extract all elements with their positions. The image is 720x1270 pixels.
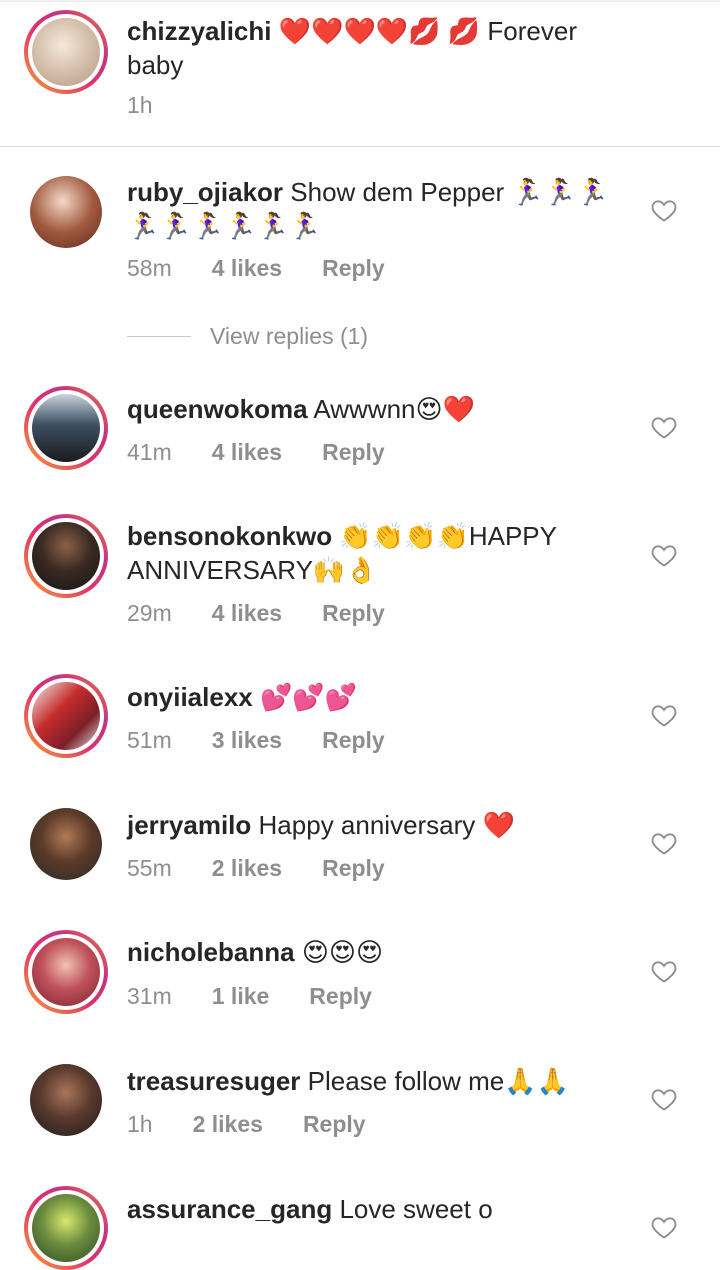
username[interactable]: jerryamilo bbox=[127, 810, 251, 840]
comment-meta: 1h 2 likes Reply bbox=[127, 1111, 366, 1138]
reply-button[interactable]: Reply bbox=[322, 727, 385, 754]
username[interactable]: nicholebanna bbox=[127, 937, 295, 967]
likes-count[interactable]: 3 likes bbox=[212, 727, 282, 754]
avatar bbox=[32, 1194, 100, 1262]
timestamp: 29m bbox=[127, 600, 172, 626]
avatar bbox=[32, 938, 100, 1006]
reply-button[interactable]: Reply bbox=[322, 255, 385, 282]
heart-icon[interactable] bbox=[650, 1085, 678, 1113]
avatar bbox=[30, 176, 102, 248]
comment-body: Awwwnn😍❤️ bbox=[313, 394, 475, 424]
avatar-ring[interactable] bbox=[24, 514, 108, 598]
username[interactable]: treasuresuger bbox=[127, 1066, 300, 1096]
comment-body: 😍😍😍 bbox=[301, 937, 384, 967]
heart-icon[interactable] bbox=[650, 957, 678, 985]
view-replies-button[interactable]: View replies (1) bbox=[127, 320, 427, 352]
avatar-wrap[interactable] bbox=[30, 1064, 102, 1136]
comment-meta: 29m 4 likes Reply bbox=[127, 600, 385, 627]
username[interactable]: chizzyalichi bbox=[127, 16, 272, 46]
likes-count[interactable]: 4 likes bbox=[212, 439, 282, 466]
avatar-wrap[interactable] bbox=[30, 176, 102, 248]
timestamp: 1h bbox=[127, 92, 153, 118]
comment-text: queenwokoma Awwwnn😍❤️ bbox=[127, 392, 632, 426]
avatar-ring[interactable] bbox=[24, 930, 108, 1014]
avatar bbox=[32, 682, 100, 750]
comment-text: ruby_ojiakor Show dem Pepper 🏃‍♀️🏃‍♀️🏃‍♀… bbox=[127, 175, 632, 243]
heart-icon[interactable] bbox=[650, 701, 678, 729]
comment-text: nicholebanna 😍😍😍 bbox=[127, 935, 632, 969]
avatar bbox=[32, 522, 100, 590]
reply-button[interactable]: Reply bbox=[303, 1111, 366, 1138]
timestamp: 51m bbox=[127, 727, 172, 753]
reply-button[interactable]: Reply bbox=[309, 983, 372, 1010]
likes-count[interactable]: 1 like bbox=[212, 983, 270, 1010]
reply-button[interactable]: Reply bbox=[322, 855, 385, 882]
username[interactable]: onyiialexx bbox=[127, 682, 253, 712]
username[interactable]: assurance_gang bbox=[127, 1194, 332, 1224]
likes-count[interactable]: 2 likes bbox=[193, 1111, 263, 1138]
timestamp: 31m bbox=[127, 983, 172, 1009]
timestamp: 58m bbox=[127, 255, 172, 281]
comment-meta: 55m 2 likes Reply bbox=[127, 855, 385, 882]
view-replies-label: View replies (1) bbox=[210, 322, 369, 349]
avatar-ring[interactable] bbox=[24, 1186, 108, 1270]
comment-meta: 31m 1 like Reply bbox=[127, 983, 372, 1010]
comment-body: Happy anniversary ❤️ bbox=[258, 810, 515, 840]
timestamp: 41m bbox=[127, 439, 172, 465]
avatar-ring[interactable] bbox=[24, 10, 108, 94]
reply-button[interactable]: Reply bbox=[322, 439, 385, 466]
heart-icon[interactable] bbox=[650, 829, 678, 857]
comment-text: assurance_gang Love sweet o bbox=[127, 1192, 632, 1226]
reply-button[interactable]: Reply bbox=[322, 600, 385, 627]
comment-meta: 51m 3 likes Reply bbox=[127, 727, 385, 754]
comment-text: bensonokonkwo 👏👏👏👏HAPPY ANNIVERSARY🙌👌 bbox=[127, 519, 632, 587]
heart-icon[interactable] bbox=[650, 541, 678, 569]
avatar bbox=[30, 808, 102, 880]
heart-icon[interactable] bbox=[650, 196, 678, 224]
avatar-ring[interactable] bbox=[24, 386, 108, 470]
comment-text: onyiialexx 💕💕💕 bbox=[127, 680, 632, 714]
timestamp: 1h bbox=[127, 1111, 153, 1137]
username[interactable]: bensonokonkwo bbox=[127, 521, 332, 551]
avatar bbox=[32, 18, 100, 86]
comment-body: Please follow me🙏🙏 bbox=[307, 1066, 569, 1096]
username[interactable]: ruby_ojiakor bbox=[127, 177, 283, 207]
likes-count[interactable]: 4 likes bbox=[212, 255, 282, 282]
likes-count[interactable]: 4 likes bbox=[212, 600, 282, 627]
comment-meta: 58m 4 likes Reply bbox=[127, 255, 385, 282]
replies-divider bbox=[127, 335, 191, 337]
comment-body: Love sweet o bbox=[339, 1194, 493, 1224]
comment-text: jerryamilo Happy anniversary ❤️ bbox=[127, 808, 632, 842]
likes-count[interactable]: 2 likes bbox=[212, 855, 282, 882]
heart-icon[interactable] bbox=[650, 1213, 678, 1241]
comment-text: chizzyalichi ❤️❤️❤️❤️💋 💋 Forever baby bbox=[127, 14, 632, 82]
comment-text: treasuresuger Please follow me🙏🙏 bbox=[127, 1064, 632, 1098]
avatar-wrap[interactable] bbox=[30, 808, 102, 880]
comment-meta: 1h bbox=[127, 92, 153, 119]
avatar bbox=[32, 394, 100, 462]
avatar bbox=[30, 1064, 102, 1136]
heart-icon[interactable] bbox=[650, 413, 678, 441]
comment-body: 💕💕💕 bbox=[259, 682, 358, 712]
comment-meta: 41m 4 likes Reply bbox=[127, 439, 385, 466]
timestamp: 55m bbox=[127, 855, 172, 881]
username[interactable]: queenwokoma bbox=[127, 394, 308, 424]
avatar-ring[interactable] bbox=[24, 674, 108, 758]
